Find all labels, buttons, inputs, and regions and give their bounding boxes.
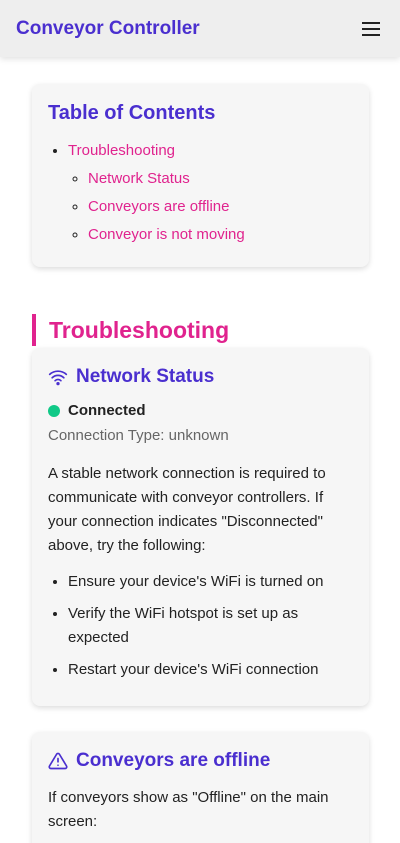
network-step: Ensure your device's WiFi is turned on: [68, 570, 353, 594]
network-steps-list: Ensure your device's WiFi is turned on V…: [48, 570, 353, 682]
toc-item-troubleshooting: Troubleshooting Network Status Conveyors…: [68, 137, 353, 249]
toc-link-network-status[interactable]: Network Status: [88, 170, 190, 187]
app-bar: Conveyor Controller: [0, 0, 400, 57]
conveyors-offline-card: Conveyors are offline If conveyors show …: [32, 732, 369, 843]
table-of-contents-card: Table of Contents Troubleshooting Networ…: [32, 84, 369, 267]
toc-item-conveyor-not-moving: Conveyor is not moving: [88, 221, 353, 249]
offline-description: If conveyors show as "Offline" on the ma…: [48, 789, 329, 830]
connection-type: Connection Type: unknown: [48, 427, 229, 444]
connection-status-text: Connected: [68, 402, 146, 419]
hamburger-menu-icon[interactable]: [359, 17, 383, 41]
network-status-title: Network Status: [48, 366, 353, 388]
network-status-title-text: Network Status: [76, 366, 215, 387]
network-step: Verify the WiFi hotspot is set up as exp…: [68, 602, 353, 650]
toc-item-conveyors-offline: Conveyors are offline: [88, 193, 353, 221]
network-description: A stable network connection is required …: [48, 465, 326, 554]
warning-icon: [48, 752, 68, 770]
toc-list: Troubleshooting Network Status Conveyors…: [48, 137, 353, 249]
toc-item-network-status: Network Status: [88, 165, 353, 193]
status-dot-icon: [48, 404, 60, 417]
app-title: Conveyor Controller: [16, 17, 200, 39]
toc-sublist: Network Status Conveyors are offline Con…: [68, 165, 353, 249]
wifi-icon: [48, 370, 68, 386]
toc-link-conveyors-offline[interactable]: Conveyors are offline: [88, 198, 229, 215]
conveyors-offline-title: Conveyors are offline: [48, 750, 353, 772]
toc-link-conveyor-not-moving[interactable]: Conveyor is not moving: [88, 226, 245, 243]
network-step: Restart your device's WiFi connection: [68, 658, 353, 682]
troubleshooting-heading: Troubleshooting: [32, 314, 229, 347]
toc-link-troubleshooting[interactable]: Troubleshooting: [68, 142, 175, 159]
connection-status: Connected: [48, 402, 353, 419]
network-status-card: Network Status Connected Connection Type…: [32, 348, 369, 706]
toc-title: Table of Contents: [48, 102, 216, 124]
main-content: Table of Contents Troubleshooting Networ…: [0, 57, 400, 843]
conveyors-offline-title-text: Conveyors are offline: [76, 750, 271, 771]
